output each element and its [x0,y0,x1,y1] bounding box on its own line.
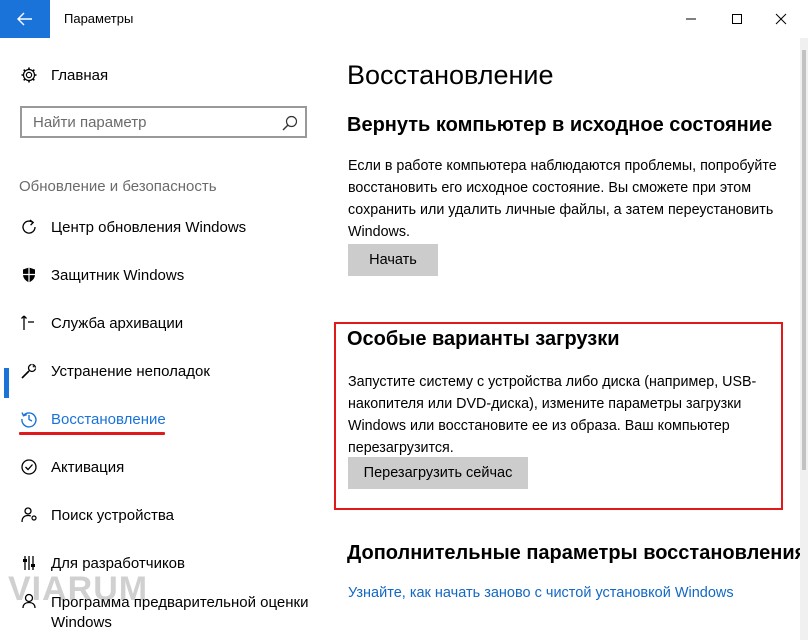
sidebar-item-label: Активация [51,458,125,476]
sidebar-item-home[interactable]: Главная [0,53,326,97]
sidebar-item-troubleshoot[interactable]: Устранение неполадок [0,349,326,393]
shield-icon [19,265,39,285]
page-title: Восстановление [347,60,554,90]
history-icon [19,409,39,429]
sidebar-item-label: Защитник Windows [51,266,185,284]
back-button[interactable] [0,0,50,38]
highlight-underline [19,432,165,435]
back-arrow-icon [17,12,32,26]
wrench-icon [19,361,39,381]
person-location-icon [19,505,39,525]
sidebar-item-label: Устранение неполадок [51,362,210,380]
search-input[interactable]: Найти параметр [20,106,307,138]
refresh-icon [19,217,39,237]
sidebar-item-find-device[interactable]: Поиск устройства [0,493,326,537]
close-icon [775,13,787,25]
close-button[interactable] [758,0,804,38]
sidebar-item-label: Центр обновления Windows [51,218,247,236]
highlight-frame [334,322,783,510]
scrollbar-thumb[interactable] [802,50,806,470]
clean-install-link[interactable]: Узнайте, как начать заново с чистой уста… [348,585,734,601]
sidebar-item-windows-update[interactable]: Центр обновления Windows [0,205,326,249]
sidebar-item-label: Поиск устройства [51,506,175,524]
gear-icon [19,65,39,85]
more-recovery-heading: Дополнительные параметры восстановления [347,542,807,564]
title-bar: Параметры [0,0,808,38]
maximize-icon [732,14,742,24]
sidebar-item-label: Служба архивации [51,314,184,332]
sidebar: Главная Найти параметр Обновление и безо… [0,38,326,640]
minimize-icon [686,18,696,20]
minimize-button[interactable] [668,0,714,38]
search-icon[interactable] [281,114,299,132]
sidebar-item-activation[interactable]: Активация [0,445,326,489]
reset-start-button[interactable]: Начать [348,244,438,276]
reset-heading: Вернуть компьютер в исходное состояние [347,114,773,136]
section-label: Обновление и безопасность [19,178,217,195]
sidebar-item-backup[interactable]: Служба архивации [0,301,326,345]
window-title: Параметры [64,11,134,26]
sidebar-item-label: Восстановление [51,410,166,428]
active-indicator [4,368,9,398]
search-placeholder: Найти параметр [33,114,147,131]
sidebar-item-label: Главная [51,66,109,84]
watermark-logo: VIARUM [8,570,149,608]
backup-arrow-icon [19,313,39,333]
maximize-button[interactable] [714,0,760,38]
sidebar-item-defender[interactable]: Защитник Windows [0,253,326,297]
sidebar-item-label: Для разработчиков [51,554,185,572]
check-circle-icon [19,457,39,477]
reset-description: Если в работе компьютера наблюдаются про… [348,158,777,240]
